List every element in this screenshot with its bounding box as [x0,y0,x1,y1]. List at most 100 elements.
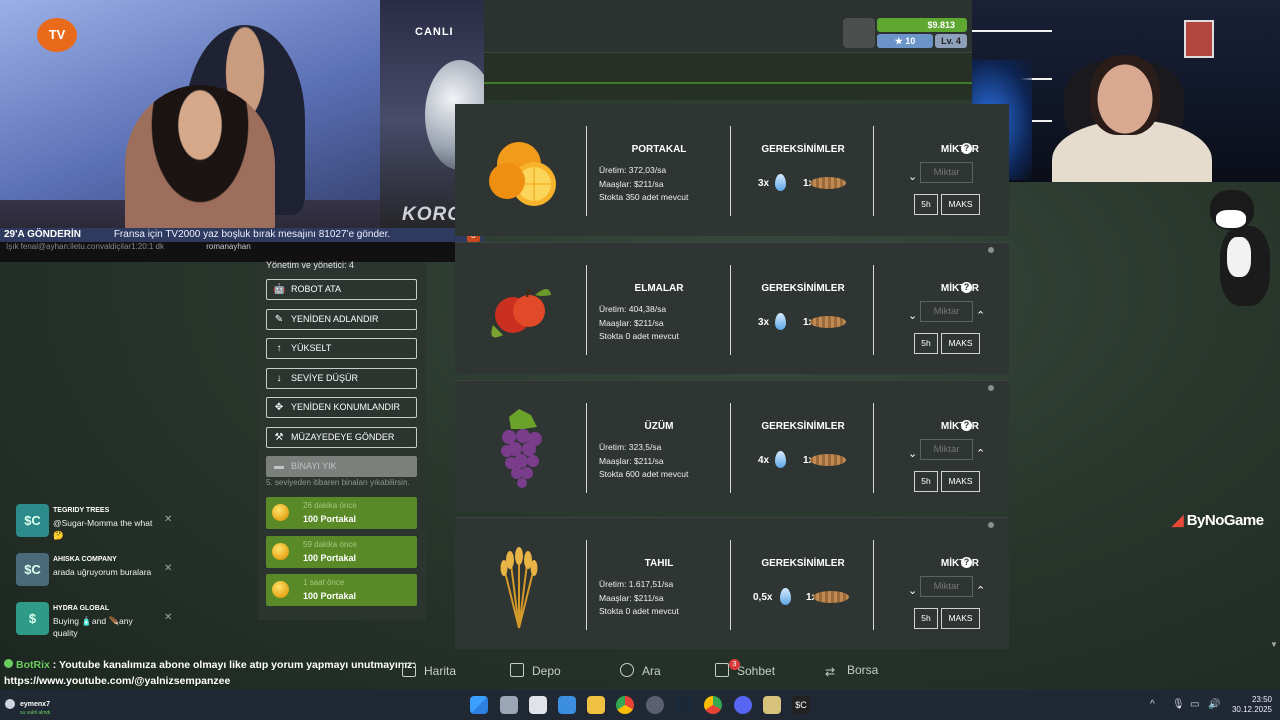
tab-strip [484,52,972,100]
water-qty: 4x [758,455,770,466]
chevron-up-icon[interactable]: ⌃ [976,584,985,597]
simcompanies-icon[interactable]: $C [792,696,810,714]
stock: Stokta 0 adet mevcut [599,606,679,616]
game-top-bar: $9.813 ★ 10 Lv. 4 [484,0,972,100]
nav-sohbet[interactable]: 3 Sohbet [715,659,776,678]
nav-depo[interactable]: Depo [510,663,561,678]
media-icon[interactable] [763,696,781,714]
help-icon[interactable]: ? [961,282,972,293]
nav-ara[interactable]: Ara [620,663,661,678]
close-icon[interactable]: ✕ [164,514,172,525]
amount-input[interactable] [920,301,973,322]
max-button[interactable]: MAKS [941,471,980,492]
help-icon[interactable]: ? [961,557,972,568]
chat-icon [715,663,729,677]
discord-icon[interactable] [734,696,752,714]
chrome-icon[interactable] [616,696,634,714]
windows-start-icon[interactable] [470,696,488,714]
bot-icon [4,659,13,668]
button-label: YENİDEN ADLANDIR [291,314,379,324]
level-badge: Lv. 4 [935,34,967,48]
auction-button[interactable]: ⚒ MÜZAYEDEYE GÖNDER [266,427,417,448]
nav-label: Sohbet [737,664,776,678]
clock-date: 30.12.2025 [1231,705,1272,714]
rename-button[interactable]: ✎ YENİDEN ADLANDIR [266,309,417,330]
amount-title: MİKTAR [940,421,979,432]
streamer-webcam [972,0,1280,182]
divider [730,403,731,493]
product-info: Üretim: 1.617,51/sa Maaşlar: $211/sa Sto… [599,578,679,619]
relocate-button[interactable]: ✥ YENİDEN KONUMLANDIR [266,397,417,418]
task-view-icon[interactable] [500,696,518,714]
chevron-down-icon[interactable]: ⌄ [908,447,917,460]
amount-input[interactable] [920,439,973,460]
file-explorer-icon[interactable] [587,696,605,714]
pin-icon[interactable] [988,247,994,253]
money-display: $9.813 [877,18,967,32]
water-drop-icon [775,174,786,191]
production-notification: 59 dakika önce 100 Portakal [266,536,417,568]
chevron-down-icon[interactable]: ⌄ [908,309,917,322]
volume-icon[interactable]: 🔊 [1208,699,1220,710]
stars-display: ★ 10 [877,34,933,48]
amount-title: MİKTAR [940,558,979,569]
max-button[interactable]: MAKS [941,194,980,215]
keyboard-brand: KORG [402,204,463,225]
product-info: Üretim: 372,03/sa Maaşlar: $211/sa Stokt… [599,164,688,205]
warehouse-icon [510,663,524,677]
scroll-down-arrow[interactable]: ▼ [1270,640,1278,654]
amount-input[interactable] [920,162,973,183]
clock[interactable]: 23:50 30.12.2025 [1228,695,1272,715]
five-hours-button[interactable]: 5h [914,194,938,215]
max-button[interactable]: MAKS [941,608,980,629]
microphone-icon[interactable]: 🎙 [1172,699,1185,710]
close-icon[interactable]: ✕ [164,612,172,623]
nav-label: Ara [642,664,661,678]
product-name: ÜZÜM [644,421,674,432]
nav-harita[interactable]: Harita [402,663,456,678]
clock-time: 23:50 [1251,695,1272,704]
steam-icon[interactable] [675,696,693,714]
demolish-button[interactable]: ▬ BİNAYI YIK [266,456,417,477]
company-avatar: $C [16,504,49,537]
chevron-up-icon[interactable]: ⌃ [976,309,985,322]
chevron-up-icon[interactable]: ^ [1150,699,1155,710]
max-button[interactable]: MAKS [941,333,980,354]
amount-input[interactable] [920,576,973,597]
stock: Stokta 0 adet mevcut [599,331,679,341]
stars-value: 10 [905,36,916,46]
bot-name: BotRix [16,659,50,671]
player-avatar[interactable] [843,18,875,48]
chevron-down-icon[interactable]: ⌄ [908,170,917,183]
chevron-up-icon[interactable]: ⌃ [976,447,985,460]
five-hours-button[interactable]: 5h [914,608,938,629]
exchange-icon: ⇄ [825,665,836,679]
openai-icon[interactable] [646,696,664,714]
divider [586,540,587,630]
chevron-down-icon[interactable]: ⌄ [908,584,917,597]
help-icon[interactable]: ? [961,143,972,154]
app-icon[interactable] [529,696,547,714]
wall-frame [1184,20,1214,58]
dancing-cat-overlay [1192,182,1280,312]
divider [730,265,731,355]
photos-icon[interactable] [558,696,576,714]
help-icon[interactable]: ? [961,420,972,431]
pin-icon[interactable] [988,522,994,528]
demolish-icon: ▬ [274,461,284,472]
requirements-title: GEREKSİNİMLER [761,283,845,294]
five-hours-button[interactable]: 5h [914,471,938,492]
five-hours-button[interactable]: 5h [914,333,938,354]
button-label: SEVİYE DÜŞÜR [291,373,359,383]
close-icon[interactable]: ✕ [164,563,172,574]
chrome-active-icon[interactable] [704,696,722,714]
bot-link[interactable]: https://www.youtube.com/@yalnizsempanzee [4,673,440,689]
pin-icon[interactable] [988,385,994,391]
network-icon[interactable]: ▭ [1190,699,1199,710]
downgrade-button[interactable]: ↓ SEVİYE DÜŞÜR [266,368,417,389]
nav-borsa[interactable]: ⇄ Borsa [825,663,878,679]
ticker-text: Fransa için TV2000 yaz boşluk bırak mesa… [113,229,391,240]
upgrade-button[interactable]: ↑ YÜKSELT [266,338,417,359]
edit-icon: ✎ [274,314,284,325]
assign-robot-button[interactable]: 🤖 ROBOT ATA [266,279,417,300]
